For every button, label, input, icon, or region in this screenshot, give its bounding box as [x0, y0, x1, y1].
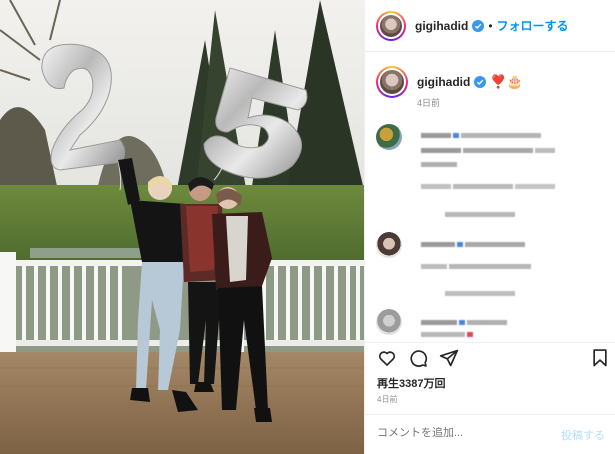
caption-timestamp: 4日前: [417, 98, 441, 108]
share-icon[interactable]: [439, 348, 459, 368]
actions-divider: [365, 342, 615, 343]
post-side-panel: gigihadid • フォローする gigihadid ❣️🎂 4日前 再生3…: [364, 0, 615, 454]
follow-button[interactable]: フォローする: [497, 17, 569, 34]
username-link[interactable]: gigihadid: [415, 19, 468, 33]
comment-avatar[interactable]: [376, 309, 402, 335]
comment-blurred-line: [421, 178, 557, 196]
comment-avatar[interactable]: [376, 124, 402, 150]
caption-row: gigihadid ❣️🎂: [376, 66, 523, 98]
comment-blurred-line: [445, 206, 517, 224]
action-bar: [376, 348, 612, 372]
post-comment-button[interactable]: 投稿する: [561, 427, 605, 443]
comment-blurred-line: [421, 156, 459, 174]
verified-badge-icon: [472, 19, 485, 32]
comment-blurred-line: [421, 258, 533, 276]
caption-avatar[interactable]: [376, 66, 408, 98]
comment-avatar[interactable]: [376, 232, 402, 258]
comment-icon[interactable]: [408, 348, 428, 368]
post-header: gigihadid • フォローする: [365, 0, 615, 52]
post-timestamp[interactable]: 4日前: [377, 394, 397, 405]
comment-input[interactable]: [377, 427, 547, 439]
caption-username[interactable]: gigihadid: [417, 75, 470, 89]
comment-bar: 投稿する: [365, 414, 615, 454]
avatar[interactable]: [376, 10, 406, 41]
comment-blurred-line: [421, 236, 527, 254]
post-photo: [0, 0, 364, 454]
bookmark-icon[interactable]: [590, 348, 610, 368]
separator-dot: •: [488, 18, 493, 33]
caption-text: ❣️🎂: [490, 74, 523, 89]
heart-icon[interactable]: [377, 348, 397, 368]
view-count[interactable]: 再生3387万回: [377, 375, 445, 391]
post-media[interactable]: [0, 0, 364, 454]
comment-blurred-line: [445, 285, 517, 303]
verified-badge-icon: [474, 76, 487, 88]
